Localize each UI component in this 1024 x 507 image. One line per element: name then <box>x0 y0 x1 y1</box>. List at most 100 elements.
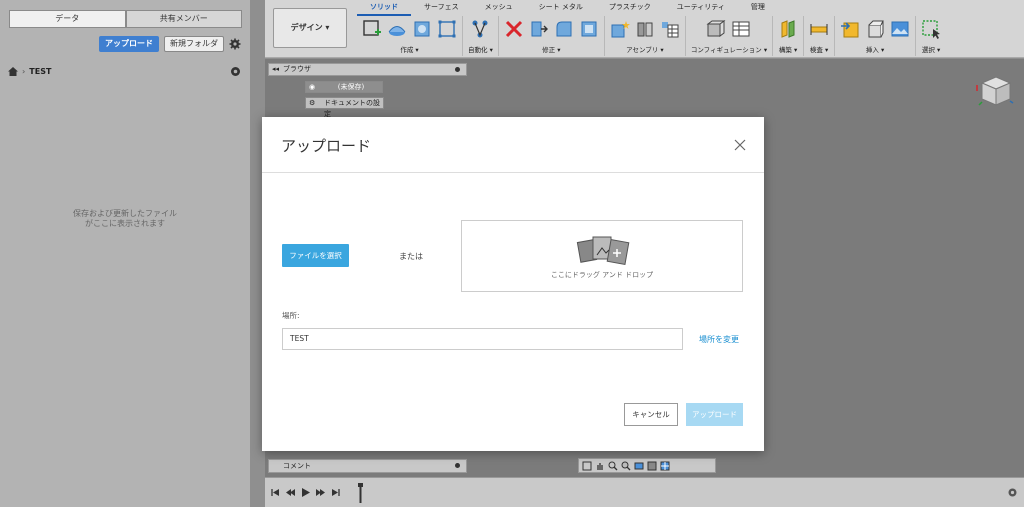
tab-sheet-metal[interactable]: シート メタル <box>526 2 596 16</box>
timeline-settings-icon[interactable] <box>1007 487 1018 498</box>
tab-utility[interactable]: ユーティリティ <box>664 2 738 16</box>
change-location-link[interactable]: 場所を変更 <box>699 334 739 345</box>
gear-icon[interactable] <box>229 38 241 50</box>
grid-settings-icon[interactable] <box>647 461 657 471</box>
tree-doc-settings-label: ドキュメントの設定 <box>324 99 380 118</box>
offset-plane-icon[interactable] <box>778 19 798 39</box>
timeline-marker-icon[interactable] <box>358 483 363 503</box>
form-icon[interactable] <box>437 19 457 39</box>
choose-file-button[interactable]: ファイルを選択 <box>282 244 349 267</box>
group-insert-label[interactable]: 挿入 ▾ <box>866 44 884 54</box>
eye-icon[interactable]: ◉ <box>309 82 315 93</box>
press-pull-icon[interactable] <box>529 19 549 39</box>
display-settings-icon[interactable] <box>634 461 644 471</box>
go-to-start-icon[interactable] <box>271 488 280 497</box>
configuration-table-icon[interactable] <box>731 19 751 39</box>
submit-upload-button[interactable]: アップロード <box>686 403 743 426</box>
breadcrumb-separator-icon: › <box>22 66 26 76</box>
play-icon[interactable] <box>301 488 310 497</box>
group-construct-label[interactable]: 構築 ▾ <box>779 44 797 54</box>
tree-doc-settings[interactable]: ⚙ ドキュメントの設定 <box>305 97 384 118</box>
files-icon <box>576 236 630 265</box>
group-construct: 構築 ▾ <box>773 16 805 56</box>
panel-pin-icon[interactable] <box>455 67 460 72</box>
create-sketch-icon[interactable] <box>362 19 382 39</box>
tree-root[interactable]: ◉ (未保存) <box>305 81 383 93</box>
shell-icon[interactable] <box>579 19 599 39</box>
delete-icon[interactable] <box>504 19 524 39</box>
group-select-label[interactable]: 選択 ▾ <box>922 44 940 54</box>
group-inspect-label[interactable]: 検査 ▾ <box>810 44 828 54</box>
group-automate: 自動化 ▾ <box>463 16 499 56</box>
configure-icon[interactable] <box>706 19 726 39</box>
location-label: 場所: <box>282 311 300 320</box>
group-inspect: 検査 ▾ <box>804 16 836 56</box>
tab-data[interactable]: データ <box>9 10 126 28</box>
project-settings-icon[interactable] <box>230 66 241 77</box>
new-component-icon[interactable] <box>610 19 630 39</box>
orbit-icon[interactable] <box>582 461 592 471</box>
box-icon[interactable] <box>412 19 432 39</box>
viewports-icon[interactable] <box>660 461 670 471</box>
location-field[interactable]: TEST <box>282 328 683 350</box>
upload-button[interactable]: アップロード <box>99 36 159 52</box>
workspace-switcher[interactable]: デザイン ▾ <box>273 8 347 48</box>
extrude-icon[interactable] <box>387 19 407 39</box>
empty-message: 保存および更新したファイル がここに表示されます <box>0 209 250 229</box>
group-automate-label[interactable]: 自動化 ▾ <box>468 44 493 54</box>
close-icon[interactable] <box>734 139 746 151</box>
dialog-header: アップロード <box>262 117 764 173</box>
tab-shared-members[interactable]: 共有メンバー <box>125 10 242 28</box>
group-create-label[interactable]: 作成 ▾ <box>400 44 418 54</box>
comment-panel[interactable]: コメント <box>268 459 467 473</box>
joint-icon[interactable] <box>635 19 655 39</box>
group-assemble: アセンブリ ▾ <box>605 16 686 56</box>
bom-icon[interactable] <box>660 19 680 39</box>
measure-icon[interactable] <box>809 19 829 39</box>
or-label: または <box>399 252 423 261</box>
group-modify: 修正 ▾ <box>499 16 605 56</box>
automate-icon[interactable] <box>470 19 490 39</box>
step-forward-icon[interactable] <box>316 488 325 497</box>
insert-mesh-icon[interactable] <box>865 19 885 39</box>
tab-manage[interactable]: 管理 <box>738 2 778 16</box>
group-create: 作成 ▾ <box>357 16 463 56</box>
group-assemble-label[interactable]: アセンブリ ▾ <box>626 44 664 54</box>
tab-surface[interactable]: サーフェス <box>411 2 472 16</box>
group-select: 選択 ▾ <box>916 16 946 56</box>
tab-plastic[interactable]: プラスチック <box>596 2 664 16</box>
empty-message-line-2: がここに表示されます <box>85 219 165 228</box>
tab-solid[interactable]: ソリッド <box>357 2 411 16</box>
zoom-window-icon[interactable] <box>621 461 631 471</box>
drop-text: ここにドラッグ アンド ドロップ <box>550 271 654 279</box>
group-configure-label[interactable]: コンフィギュレーション ▾ <box>691 44 767 54</box>
view-cube-icon[interactable] <box>974 71 1014 111</box>
gear-icon: ⚙ <box>309 99 316 107</box>
insert-svg-icon[interactable] <box>840 19 860 39</box>
cancel-button[interactable]: キャンセル <box>624 403 678 426</box>
data-panel-tabs: データ 共有メンバー <box>9 10 242 28</box>
empty-message-line-1: 保存および更新したファイル <box>73 209 177 218</box>
insert-image-icon[interactable] <box>890 19 910 39</box>
group-modify-label[interactable]: 修正 ▾ <box>542 44 560 54</box>
tab-mesh[interactable]: メッシュ <box>472 2 526 16</box>
collapse-icon[interactable]: ◂◂ <box>272 64 279 75</box>
tree-root-label: (未保存) <box>337 83 365 91</box>
data-panel-actions: アップロード 新規フォルダ <box>99 36 241 52</box>
upload-dialog: アップロード ファイルを選択 または ここにドラッグ アンド ドロップ 場所: … <box>262 117 764 451</box>
home-icon[interactable] <box>8 66 18 76</box>
browser-panel[interactable]: ◂◂ ブラウザ <box>268 63 467 76</box>
zoom-icon[interactable] <box>608 461 618 471</box>
select-icon[interactable] <box>921 19 941 39</box>
breadcrumb-project[interactable]: TEST <box>29 67 51 76</box>
new-folder-button[interactable]: 新規フォルダ <box>164 36 224 52</box>
data-panel: データ 共有メンバー アップロード 新規フォルダ › TEST 保存および更新し… <box>0 0 250 507</box>
group-insert: 挿入 ▾ <box>835 16 917 56</box>
comment-add-icon[interactable] <box>455 463 460 468</box>
pan-hand-icon[interactable] <box>595 461 605 471</box>
go-to-end-icon[interactable] <box>331 488 340 497</box>
drop-zone[interactable]: ここにドラッグ アンド ドロップ <box>461 220 743 292</box>
step-back-icon[interactable] <box>286 488 295 497</box>
timeline-controls <box>271 488 340 497</box>
fillet-icon[interactable] <box>554 19 574 39</box>
